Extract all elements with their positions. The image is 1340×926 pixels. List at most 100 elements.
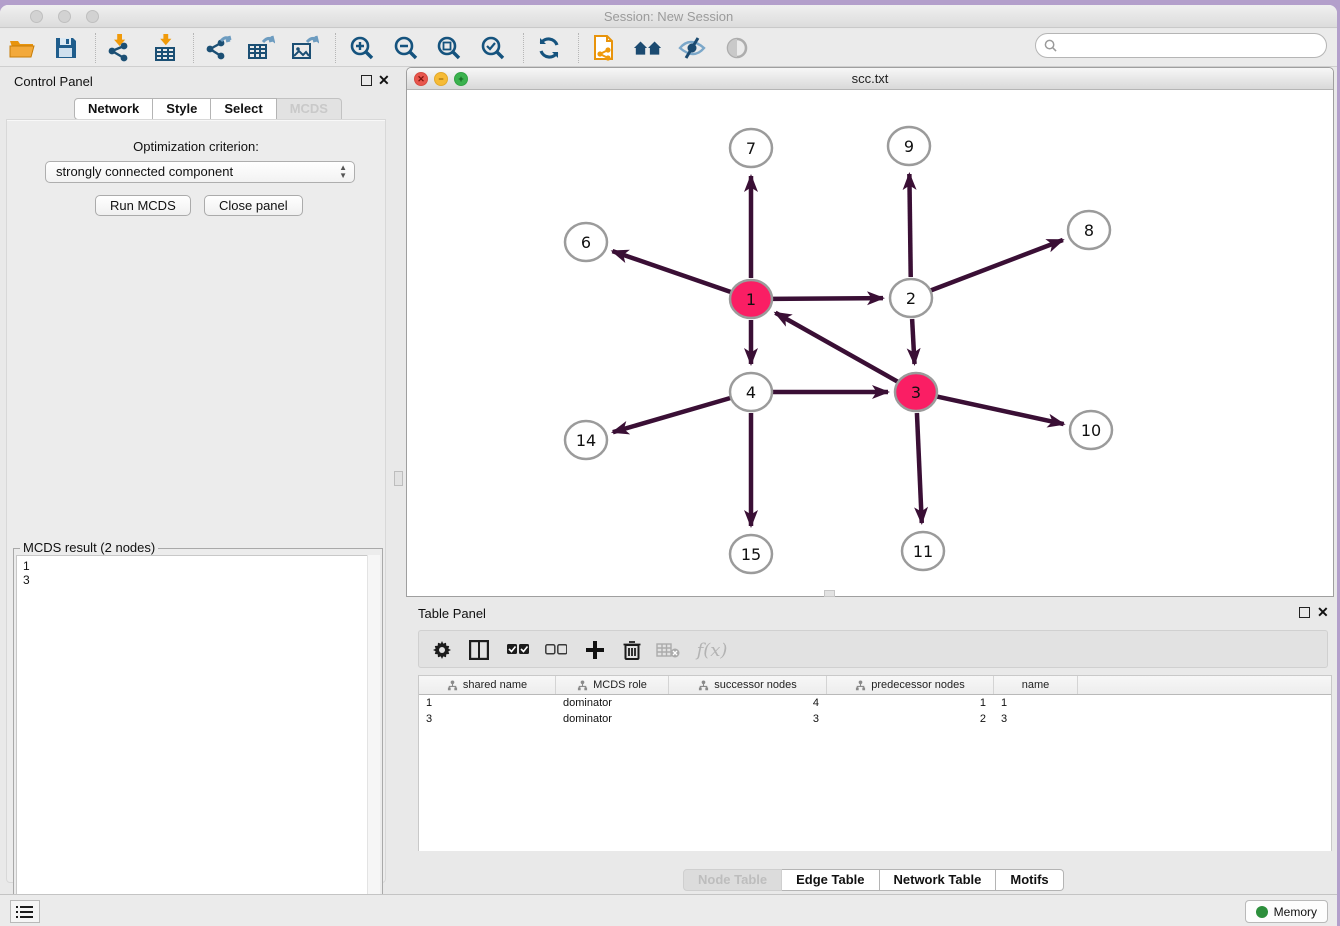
cell-name[interactable]: 1: [994, 695, 1078, 711]
graph-node-14[interactable]: 14: [565, 421, 607, 459]
graph-node-9[interactable]: 9: [888, 127, 930, 165]
save-session-icon[interactable]: [51, 33, 81, 63]
tab-mcds[interactable]: MCDS: [277, 98, 342, 120]
column-header-shared-name[interactable]: shared name: [419, 676, 556, 694]
cell-MCDS-role[interactable]: dominator: [556, 711, 669, 727]
zoom-in-icon[interactable]: [347, 33, 377, 63]
graph-node-2[interactable]: 2: [890, 279, 932, 317]
graph-node-6[interactable]: 6: [565, 223, 607, 261]
edge-1-6[interactable]: [612, 251, 731, 292]
create-column-icon[interactable]: [580, 635, 610, 665]
mcds-result-text[interactable]: 1 3: [16, 555, 380, 923]
cell-shared-name[interactable]: 3: [419, 711, 556, 727]
toolbar-separator: [335, 33, 336, 63]
search-field[interactable]: [1035, 33, 1327, 58]
graph-node-11[interactable]: 11: [902, 532, 944, 570]
run-mcds-button[interactable]: Run MCDS: [95, 195, 191, 216]
function-builder-icon[interactable]: f(x): [691, 635, 733, 665]
column-header-predecessor-nodes[interactable]: predecessor nodes: [827, 676, 994, 694]
table-row[interactable]: 1dominator411: [419, 695, 1331, 711]
tab-network-table[interactable]: Network Table: [880, 869, 997, 891]
copy-network-icon[interactable]: [589, 33, 619, 63]
cell-successor-nodes[interactable]: 3: [669, 711, 827, 727]
tab-network[interactable]: Network: [74, 98, 153, 120]
svg-text:3: 3: [911, 383, 921, 402]
tab-node-table[interactable]: Node Table: [683, 869, 782, 891]
zoom-out-icon[interactable]: [391, 33, 421, 63]
memory-button[interactable]: Memory: [1245, 900, 1328, 923]
graph-node-4[interactable]: 4: [730, 373, 772, 411]
graph-node-8[interactable]: 8: [1068, 211, 1110, 249]
svg-text:1: 1: [746, 290, 756, 309]
cell-predecessor-nodes[interactable]: 2: [827, 711, 994, 727]
zoom-fit-icon[interactable]: [434, 33, 464, 63]
float-table-panel-icon[interactable]: [1299, 607, 1310, 618]
graph-node-7[interactable]: 7: [730, 129, 772, 167]
column-type-icon: [577, 680, 588, 691]
mcds-result-title: MCDS result (2 nodes): [20, 540, 158, 555]
column-header-name[interactable]: name: [994, 676, 1078, 694]
edge-3-10[interactable]: [937, 396, 1064, 424]
import-network-icon[interactable]: [104, 33, 134, 63]
edge-2-9[interactable]: [909, 174, 910, 277]
close-table-panel-icon[interactable]: ✕: [1317, 604, 1329, 621]
optimization-criterion-select[interactable]: strongly connected component ▲▼: [45, 161, 355, 183]
search-input[interactable]: [1062, 39, 1326, 53]
edge-3-11[interactable]: [917, 413, 922, 523]
column-header-MCDS-role[interactable]: MCDS role: [556, 676, 669, 694]
vertical-splitter-grip[interactable]: [394, 471, 403, 486]
svg-text:10: 10: [1081, 421, 1101, 440]
cell-successor-nodes[interactable]: 4: [669, 695, 827, 711]
edge-1-2[interactable]: [772, 298, 883, 299]
delete-table-icon[interactable]: [653, 635, 683, 665]
application-window: Session: New Session: [0, 5, 1337, 926]
toolbar-separator: [578, 33, 579, 63]
export-table-icon[interactable]: [246, 33, 276, 63]
close-panel-icon[interactable]: ✕: [378, 72, 390, 89]
edge-2-8[interactable]: [931, 240, 1063, 291]
network-window-titlebar[interactable]: ✕ − + scc.txt: [407, 68, 1333, 90]
edge-3-1[interactable]: [775, 313, 897, 382]
table-options-gear-icon[interactable]: [427, 635, 457, 665]
task-history-button[interactable]: [10, 900, 40, 923]
close-panel-button[interactable]: Close panel: [204, 195, 303, 216]
graph-node-15[interactable]: 15: [730, 535, 772, 573]
float-panel-icon[interactable]: [361, 75, 372, 86]
hide-selected-icon[interactable]: [677, 33, 707, 63]
graph-node-3[interactable]: 3: [895, 373, 937, 411]
import-table-icon[interactable]: [150, 33, 180, 63]
column-type-icon: [698, 680, 709, 691]
delete-column-icon[interactable]: [617, 635, 647, 665]
cell-name[interactable]: 3: [994, 711, 1078, 727]
edge-4-14[interactable]: [613, 398, 731, 432]
edge-2-3[interactable]: [912, 319, 914, 364]
result-scrollbar[interactable]: [367, 555, 380, 923]
deselect-all-icon[interactable]: [541, 635, 571, 665]
select-all-icon[interactable]: [503, 635, 533, 665]
cell-MCDS-role[interactable]: dominator: [556, 695, 669, 711]
table-row[interactable]: 3dominator323: [419, 711, 1331, 727]
cell-predecessor-nodes[interactable]: 1: [827, 695, 994, 711]
layout-refresh-icon[interactable]: [534, 33, 564, 63]
column-header-successor-nodes[interactable]: successor nodes: [669, 676, 827, 694]
cell-shared-name[interactable]: 1: [419, 695, 556, 711]
network-canvas[interactable]: 7 9 6 8 1 2 4 3 14 10 15 11: [407, 90, 1333, 596]
column-layout-icon[interactable]: [464, 635, 494, 665]
show-all-icon[interactable]: [722, 33, 752, 63]
open-session-icon[interactable]: [7, 33, 37, 63]
tab-select[interactable]: Select: [211, 98, 276, 120]
tab-motifs[interactable]: Motifs: [996, 869, 1063, 891]
task-list-icon: [16, 905, 34, 919]
table-panel: Table Panel ✕: [406, 599, 1337, 893]
export-image-icon[interactable]: [290, 33, 320, 63]
graph-node-1[interactable]: 1: [730, 280, 772, 318]
mcds-result-group: MCDS result (2 nodes) 1 3: [13, 548, 383, 926]
tab-edge-table[interactable]: Edge Table: [782, 869, 879, 891]
graph-node-10[interactable]: 10: [1070, 411, 1112, 449]
zoom-selected-icon[interactable]: [478, 33, 508, 63]
network-graph[interactable]: 7 9 6 8 1 2 4 3 14 10 15 11: [407, 90, 1333, 596]
tab-style[interactable]: Style: [153, 98, 211, 120]
first-neighbors-icon[interactable]: [633, 33, 663, 63]
horizontal-splitter-grip[interactable]: [824, 590, 835, 597]
export-network-icon[interactable]: [203, 33, 233, 63]
